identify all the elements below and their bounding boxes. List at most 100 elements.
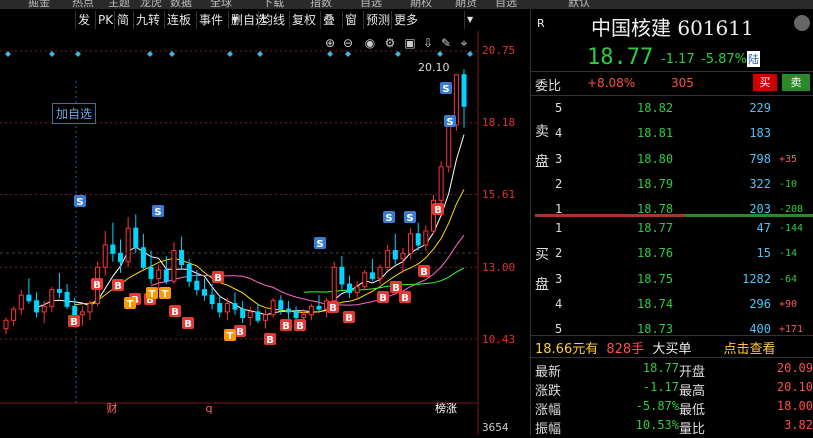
signal-marker: S — [383, 211, 395, 224]
y-axis-tick-label: 18.18 — [482, 116, 516, 129]
top-menu-item[interactable]: 默认 — [568, 0, 590, 9]
order-book-row[interactable]: 3 18.80 798 +35 — [531, 152, 813, 173]
toolbar-button-3[interactable]: 九转 — [133, 11, 162, 29]
candle-body — [392, 250, 398, 260]
top-menu-item[interactable]: 指数 — [310, 0, 332, 9]
svg-text:S: S — [406, 213, 413, 224]
toolbar-button-10[interactable]: 窗 — [342, 11, 359, 29]
top-menu-item[interactable]: 自选 — [495, 0, 517, 9]
order-book-row[interactable]: 4 18.74 296 +90 — [531, 297, 813, 318]
top-menu-bar: 掘金 热点 主题 龙虎 数据 全球 下载 指数 自选 期权 期货 自选 默认 — [0, 0, 813, 9]
toolbar-button-12[interactable]: 更多 — [391, 11, 420, 29]
candle-body — [79, 311, 85, 316]
svg-text:T: T — [149, 289, 156, 300]
stat-label: 开盘 — [679, 365, 706, 380]
order-book-row[interactable]: 2 18.76 15 -14 — [531, 246, 813, 267]
top-menu-item[interactable]: 期权 — [410, 0, 432, 9]
candle-body — [278, 300, 284, 310]
top-menu-item[interactable]: 掘金 — [28, 0, 50, 9]
toolbar-button-7[interactable]: 均线 — [258, 11, 287, 29]
top-menu-item[interactable]: 热点 — [72, 0, 94, 9]
download-icon[interactable]: ⇩ — [423, 36, 433, 50]
more-dropdown-icon[interactable]: ▼ — [464, 11, 475, 29]
order-volume: 47 — [756, 221, 771, 235]
svg-text:B: B — [329, 303, 337, 314]
order-book-row[interactable]: 5 18.82 229 — [531, 101, 813, 122]
weicha-value: 305 — [671, 76, 694, 90]
order-level: 3 — [555, 271, 563, 286]
toolbar-button-5[interactable]: 事件 — [196, 11, 225, 29]
chevron-down-icon[interactable]: ▼ — [230, 11, 240, 29]
signal-marker: T — [159, 287, 171, 300]
signal-marker: B — [182, 317, 194, 330]
signal-marker: T — [124, 297, 136, 310]
signal-marker: B — [343, 311, 355, 324]
top-menu-item[interactable]: 期货 — [455, 0, 477, 9]
toolbar-button-4[interactable]: 连板 — [164, 11, 193, 29]
top-menu-item[interactable]: 主题 — [108, 0, 130, 9]
candle-body — [171, 250, 177, 282]
signal-marker: B — [264, 333, 276, 346]
stat-label: 最新 — [535, 365, 562, 380]
edit-icon[interactable]: ✎ — [441, 36, 451, 50]
toolbar-button-1[interactable]: PK — [95, 11, 115, 29]
y-axis-tick-label: 15.61 — [482, 188, 516, 201]
sell-button[interactable]: 卖 — [782, 74, 810, 91]
top-menu-item[interactable]: 全球 — [210, 0, 232, 9]
svg-text:B: B — [214, 273, 222, 284]
toolbar-button-9[interactable]: 叠 — [320, 11, 337, 29]
settings-icon[interactable] — [794, 15, 810, 31]
signal-marker: B — [377, 291, 389, 304]
signal-marker: S — [444, 115, 456, 128]
y-axis-tick-label: 10.43 — [482, 333, 516, 346]
minus-icon[interactable]: ⊖ — [343, 36, 353, 50]
ruler-icon[interactable]: ⌖ — [461, 36, 468, 50]
signal-marker: B — [169, 305, 181, 318]
eye-icon[interactable]: ◉ — [365, 36, 375, 50]
event-marker[interactable]: q — [206, 402, 213, 415]
order-level: 2 — [555, 246, 563, 261]
plus-icon[interactable]: ⊕ — [325, 36, 335, 50]
top-menu-item[interactable]: 数据 — [170, 0, 192, 9]
toolbar-button-2[interactable]: 简 — [114, 11, 131, 29]
kline-chart[interactable]: SSSSSSSBBBBBBBBBBBBBBBBBBBTTTT⊕⊖◉⚙▣⇩✎⌖20… — [0, 31, 530, 435]
order-book-row[interactable]: 1 18.77 47 -144 — [531, 221, 813, 242]
svg-text:B: B — [392, 283, 400, 294]
top-menu-item[interactable]: 自选 — [360, 0, 382, 9]
stat-label: 涨跌 — [535, 384, 562, 399]
gear-icon[interactable]: ⚙ — [385, 36, 396, 50]
signal-marker: S — [404, 211, 416, 224]
candle-body — [156, 269, 162, 279]
event-marker[interactable]: 榜涨 — [435, 401, 457, 415]
event-marker[interactable]: 财 — [107, 401, 118, 415]
lock-icon[interactable]: ▣ — [404, 36, 415, 50]
order-book-row[interactable]: 2 18.79 322 -10 — [531, 177, 813, 198]
order-book-row[interactable]: 4 18.81 183 — [531, 126, 813, 147]
svg-text:S: S — [316, 239, 323, 250]
diamond-indicator — [437, 51, 443, 57]
candle-body — [41, 305, 47, 313]
svg-text:T: T — [162, 289, 169, 300]
candle-body — [87, 303, 93, 313]
add-watchlist-button[interactable]: 加自选 — [52, 103, 97, 124]
ma-line-40 — [303, 267, 465, 293]
view-big-order-link[interactable]: 点击查看 — [723, 342, 775, 357]
candle-body — [163, 269, 169, 282]
big-order-price: 18.66元有 — [535, 342, 599, 357]
svg-text:S: S — [446, 117, 453, 128]
candle-body — [18, 294, 24, 310]
toolbar-button-0[interactable]: 发 — [75, 11, 92, 29]
svg-text:B: B — [114, 281, 122, 292]
order-book-row[interactable]: 3 18.75 1282 -64 — [531, 272, 813, 293]
signal-marker: B — [327, 301, 339, 314]
divider — [531, 71, 813, 72]
candle-body — [331, 266, 337, 302]
top-menu-item[interactable]: 龙虎 — [140, 0, 162, 9]
toolbar-button-11[interactable]: 预测 — [363, 11, 392, 29]
top-menu-item[interactable]: 下载 — [262, 0, 284, 9]
candle-body — [102, 244, 108, 268]
buy-button[interactable]: 买 — [753, 74, 777, 91]
candle-body — [110, 244, 116, 254]
y-axis-tick-label: 3654 — [482, 421, 509, 434]
toolbar-button-8[interactable]: 复权 — [289, 11, 318, 29]
